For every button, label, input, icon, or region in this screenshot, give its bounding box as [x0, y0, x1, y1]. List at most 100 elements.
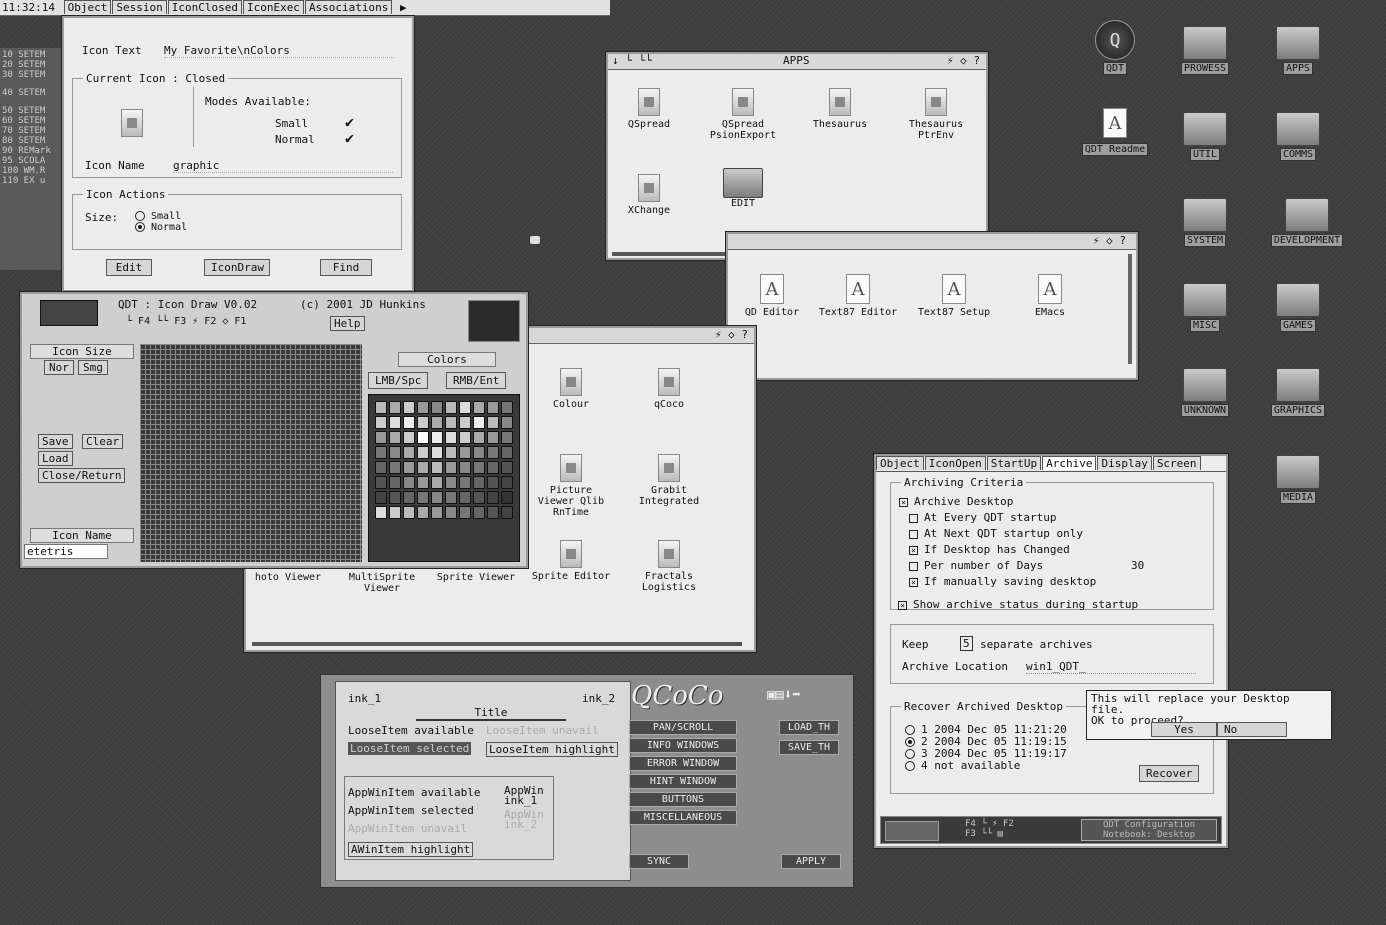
window-controls[interactable]: ⚡ ◇ ? [947, 54, 980, 68]
graphics-item[interactable]: Colour [530, 368, 612, 410]
close-return-button[interactable]: Close/Return [38, 468, 126, 483]
desktop-icon-apps[interactable]: APPS [1268, 26, 1328, 75]
apps-item[interactable]: XChange [614, 174, 684, 216]
awin-highlight[interactable]: AWinItem highlight [348, 842, 474, 857]
desktop-icon-misc[interactable]: MISC [1175, 283, 1235, 332]
days-input[interactable]: 30 [1131, 559, 1144, 572]
tabs-arrow-icon[interactable]: ▶ [400, 1, 407, 14]
graphics-item[interactable]: MultiSprite Viewer [336, 572, 428, 594]
edit-button[interactable]: Edit [106, 259, 152, 276]
save-button[interactable]: Save [38, 434, 73, 449]
graphics-item[interactable]: hoto Viewer [250, 572, 326, 583]
loose-selected[interactable]: LooseItem selected [348, 742, 472, 755]
apps-item[interactable]: QSpread PsionExport [700, 88, 786, 141]
tab-iconclosed[interactable]: IconClosed [167, 0, 242, 14]
save-th-button[interactable]: SAVE_TH [779, 740, 839, 755]
yes-button[interactable]: Yes [1151, 722, 1217, 737]
desktop-icon-qdt[interactable]: Q QDT [1085, 20, 1145, 75]
color-swatches[interactable] [375, 401, 513, 519]
tab-object[interactable]: Object [63, 0, 112, 14]
apps-item[interactable]: Thesaurus PtrEnv [894, 88, 978, 141]
keep-stepper[interactable]: 5 [960, 636, 973, 651]
archive-desktop-checkbox[interactable]: × Archive Desktop [899, 495, 1013, 508]
apply-button[interactable]: APPLY [781, 854, 841, 869]
icon-name-input[interactable]: etetris [24, 544, 108, 559]
menu-miscellaneous[interactable]: MISCELLANEOUS [629, 810, 737, 825]
menu-hint-window[interactable]: HINT WINDOW [629, 774, 737, 789]
desktop-icon-qdt-readme[interactable]: A QDT Readme [1075, 108, 1155, 156]
tab-startup[interactable]: StartUp [986, 456, 1042, 470]
tab-iconexec[interactable]: IconExec [242, 0, 304, 14]
clear-button[interactable]: Clear [82, 434, 124, 449]
window-controls[interactable]: ⚡ ◇ ? [1093, 234, 1126, 248]
apps-item-edit[interactable]: EDIT [700, 168, 786, 209]
qcoco-toolbar-icons[interactable]: ▣▤⬇➡ [767, 687, 801, 703]
opt-per-days[interactable]: Per number of Days [909, 559, 1043, 572]
editors-item[interactable]: A Text87 Editor [818, 274, 898, 318]
icon-text-input[interactable]: My Favorite\nColors [164, 44, 394, 58]
graphics-item[interactable]: Fractals Logistics [622, 540, 716, 593]
size-small-radio[interactable]: Small [135, 211, 187, 222]
icondraw-toolbar[interactable]: └ F4 └└ F3 ⚡ F2 ◇ F1 [126, 316, 246, 327]
loose-available[interactable]: LooseItem available [348, 724, 474, 737]
load-button[interactable]: Load [38, 451, 73, 466]
desktop-icon-graphics[interactable]: GRAPHICS [1265, 368, 1331, 417]
menu-info-windows[interactable]: INFO WINDOWS [629, 738, 737, 753]
rmb-color-button[interactable]: RMB/Ent [446, 372, 507, 389]
opt-manually-saving[interactable]: × If manually saving desktop [909, 575, 1096, 588]
desktop-icon-development[interactable]: DEVELOPMENT [1262, 198, 1352, 247]
desktop-icon-media[interactable]: MEDIA [1268, 455, 1328, 504]
horizontal-scrollbar[interactable] [252, 642, 742, 646]
editors-item[interactable]: A EMacs [1010, 274, 1090, 318]
graphics-item[interactable]: Grabit Integrated [622, 454, 716, 507]
menu-pan-scroll[interactable]: PAN/SCROLL [629, 720, 737, 735]
apps-item[interactable]: QSpread [614, 88, 684, 130]
smg-button[interactable]: Smg [78, 360, 108, 375]
no-button[interactable]: No [1217, 722, 1287, 737]
tab-display[interactable]: Display [1097, 456, 1152, 470]
editors-item[interactable]: A QD Editor [732, 274, 812, 318]
tab-archive[interactable]: Archive [1042, 456, 1097, 470]
desktop-icon-prowess[interactable]: PROWESS [1175, 26, 1235, 75]
show-status-checkbox[interactable]: × Show archive status during startup [898, 598, 1138, 611]
lmb-color-button[interactable]: LMB/Spc [368, 372, 429, 389]
location-input[interactable]: win1_QDT_ [1026, 660, 1196, 674]
menu-error-window[interactable]: ERROR WINDOW [629, 756, 737, 771]
appwin-available[interactable]: AppWinItem available [348, 786, 480, 799]
footer-keys[interactable]: F4 └ ⚡ F2 F3 └└ ▤ [965, 819, 1014, 839]
recover-button[interactable]: Recover [1139, 765, 1200, 782]
vertical-scrollbar[interactable] [1128, 254, 1132, 364]
archive-radio-4[interactable]: 4 not available [905, 759, 1020, 772]
tab-object[interactable]: Object [876, 456, 924, 470]
sync-button[interactable]: SYNC [629, 854, 689, 869]
load-th-button[interactable]: LOAD_TH [779, 720, 839, 735]
toolbar-icons[interactable]: ↓ └ └└ [608, 54, 652, 67]
editors-item[interactable]: A Text87 Setup [914, 274, 994, 318]
apps-item[interactable]: Thesaurus [800, 88, 880, 130]
tab-session[interactable]: Session [112, 0, 167, 14]
desktop-icon-system[interactable]: SYSTEM [1175, 198, 1235, 247]
tab-iconopen[interactable]: IconOpen [924, 456, 986, 470]
icondraw-button[interactable]: IconDraw [204, 259, 270, 276]
opt-every-startup[interactable]: At Every QDT startup [909, 511, 1056, 524]
window-controls[interactable]: ⚡ ◇ ? [715, 328, 748, 342]
opt-desktop-changed[interactable]: × If Desktop has Changed [909, 543, 1070, 556]
help-button[interactable]: Help [330, 316, 365, 331]
opt-next-startup[interactable]: At Next QDT startup only [909, 527, 1083, 540]
desktop-icon-comms[interactable]: COMMS [1268, 112, 1328, 161]
loose-highlight[interactable]: LooseItem highlight [486, 742, 618, 757]
appwin-selected[interactable]: AppWinItem selected [348, 804, 474, 817]
menu-buttons[interactable]: BUTTONS [629, 792, 737, 807]
check-normal-icon[interactable]: ✔ [345, 129, 354, 147]
graphics-item[interactable]: qCoco [622, 368, 716, 410]
desktop-icon-util[interactable]: UTIL [1175, 112, 1235, 161]
desktop-icon-unknown[interactable]: UNKNOWN [1172, 368, 1238, 417]
graphics-item[interactable]: Picture Viewer Qlib RnTime [530, 454, 612, 518]
pixel-canvas[interactable] [140, 344, 362, 562]
size-normal-radio[interactable]: Normal [135, 222, 187, 233]
tab-screen[interactable]: Screen [1152, 456, 1201, 470]
find-button[interactable]: Find [320, 259, 372, 276]
desktop-icon-games[interactable]: GAMES [1268, 283, 1328, 332]
nor-button[interactable]: Nor [44, 360, 74, 375]
graphics-item[interactable]: Sprite Viewer [436, 572, 516, 583]
